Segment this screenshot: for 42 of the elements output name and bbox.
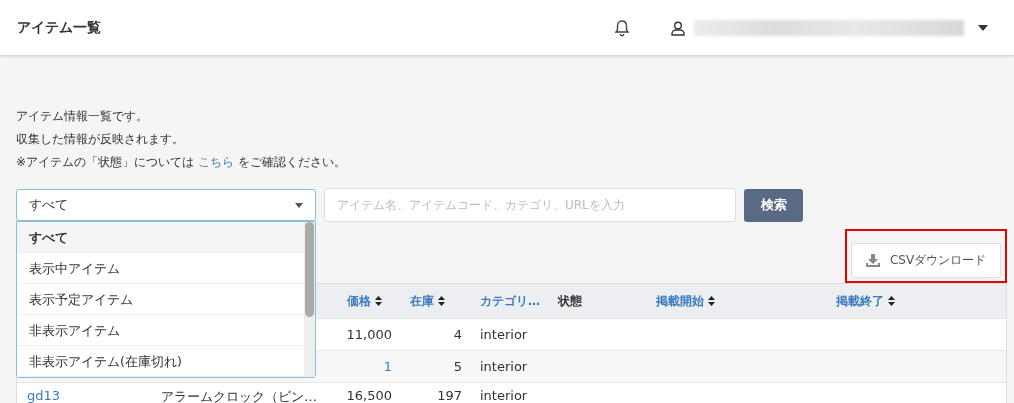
sort-header[interactable]: 掲載開始 [656,292,704,310]
table-cell: interior [480,359,528,374]
scrollbar[interactable] [304,222,315,377]
here-link[interactable]: こちら [198,151,235,174]
table-cell: 4 [453,327,462,342]
dropdown-option[interactable]: 非表示アイテム [17,315,304,346]
dropdown-option[interactable]: 非表示アイテム(在庫切れ) [17,346,304,377]
dropdown-option[interactable]: 表示予定アイテム [17,284,304,315]
sort-icon[interactable] [708,296,715,306]
column-header: 状態 [558,292,582,310]
table-cell: interior [480,327,528,342]
table-cell: 11,000 [346,327,392,342]
bell-icon[interactable] [614,18,630,37]
dropdown-option[interactable]: 表示中アイテム [17,253,304,284]
search-field[interactable]: アイテム名、アイテムコード、カテゴリ、URLを入力 [324,188,736,222]
item-code-link[interactable]: gd13 [27,388,61,403]
sort-icon[interactable] [888,296,895,306]
note-text: ※アイテムの「状態」については [16,154,195,171]
status-select[interactable]: すべて [16,189,316,221]
user-icon[interactable] [670,19,686,36]
dropdown-option[interactable]: すべて [17,222,304,253]
table-cell: interior [480,388,528,403]
table-cell: 1 [383,359,392,374]
sort-header[interactable]: 在庫 [410,292,434,310]
sort-icon[interactable] [375,296,382,306]
sort-header[interactable]: 掲載終了 [836,292,884,310]
caret-icon[interactable] [978,24,988,31]
csv-download-button[interactable]: CSVダウンロード [851,243,1001,278]
intro-text: 収集した情報が反映されます。 [16,131,185,148]
intro-text: アイテム情報一覧です。 [16,108,149,125]
table-cell: 5 [453,359,462,374]
column-header: カテゴリ… [480,292,540,310]
download-icon [865,254,880,267]
table-cell: 197 [437,388,462,403]
note-text: をご確認ください。 [238,154,347,171]
sort-icon[interactable] [438,296,445,306]
sort-header[interactable]: 価格 [347,292,371,310]
search-button[interactable]: 検索 [744,188,803,222]
page-title: アイテム一覧 [17,18,101,37]
caret-icon[interactable] [295,202,303,208]
table-cell: アラームクロック（ビン… [161,388,317,403]
table-cell: 16,500 [346,388,392,403]
